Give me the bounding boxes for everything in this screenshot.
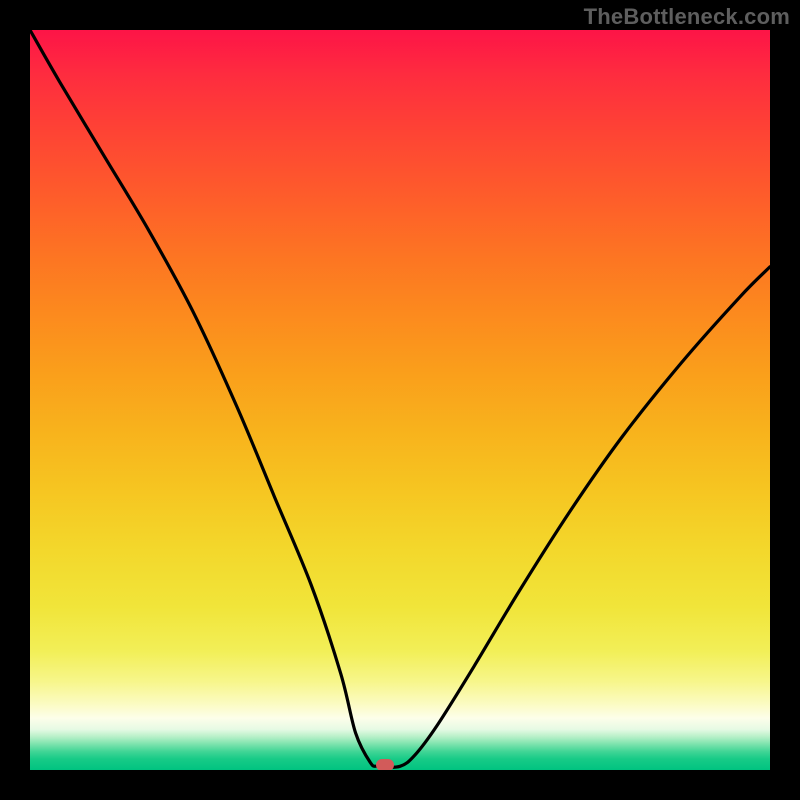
plot-area xyxy=(30,30,770,770)
chart-frame: TheBottleneck.com xyxy=(0,0,800,800)
optimal-point-marker xyxy=(376,759,394,770)
bottleneck-curve xyxy=(30,30,770,770)
watermark-text: TheBottleneck.com xyxy=(584,4,790,30)
